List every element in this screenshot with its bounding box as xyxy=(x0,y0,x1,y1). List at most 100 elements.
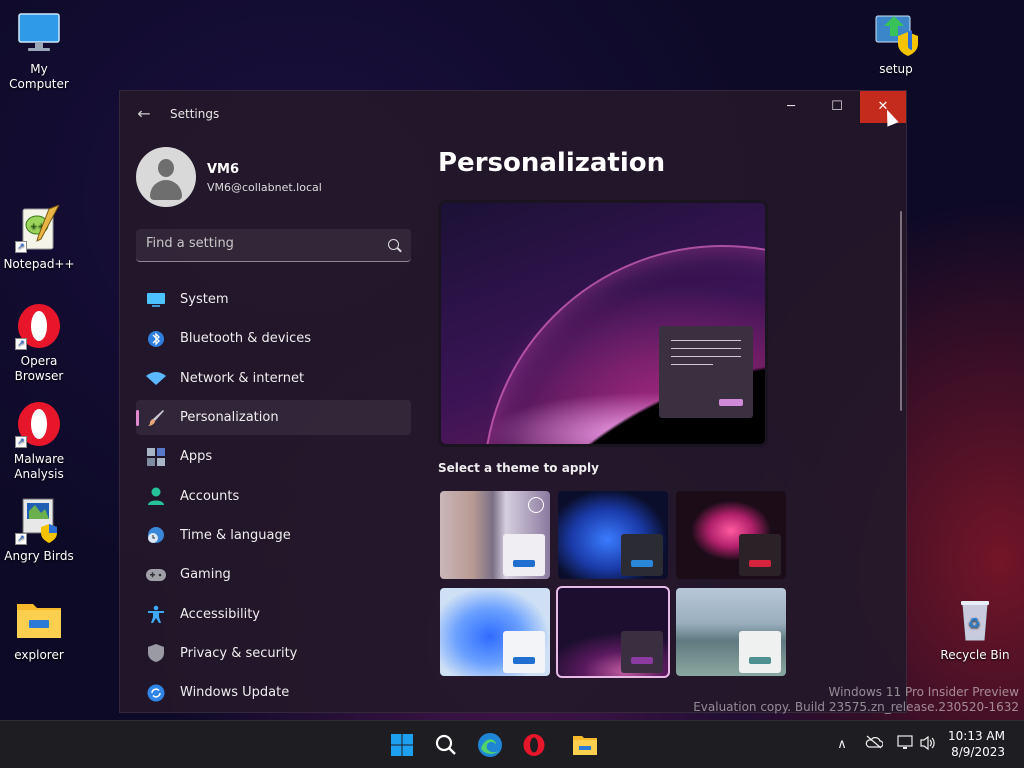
page-title: Personalization xyxy=(438,148,666,178)
sidebar-item-label: System xyxy=(180,292,229,308)
installer-icon: ↗ xyxy=(15,497,63,545)
search-icon[interactable] xyxy=(388,239,399,250)
globe-clock-icon xyxy=(146,525,166,545)
desktop-icon-label: Notepad++ xyxy=(3,257,75,271)
title-bar[interactable]: ← Settings ─ ☐ ✕ xyxy=(120,91,906,135)
wifi-icon xyxy=(146,368,166,388)
theme-in-use-icon xyxy=(528,497,544,513)
theme-tile-windows-dark[interactable] xyxy=(558,491,668,579)
content-scrollbar[interactable] xyxy=(900,211,902,411)
sidebar-item-label: Network & internet xyxy=(180,370,305,386)
opera-icon: ↗ xyxy=(15,302,63,350)
start-icon[interactable] xyxy=(386,729,418,761)
avatar[interactable] xyxy=(136,147,196,207)
search-box[interactable] xyxy=(136,229,411,262)
desktop-icon-explorer[interactable]: explorer xyxy=(0,596,78,663)
theme-tile-glow[interactable] xyxy=(676,491,786,579)
desktop-icon-setup[interactable]: setup xyxy=(857,10,935,77)
sidebar-item-network[interactable]: Network & internet xyxy=(136,361,411,396)
gamepad-icon xyxy=(146,565,166,585)
search-icon[interactable] xyxy=(430,729,462,761)
clock-date: 8/9/2023 xyxy=(951,745,1005,759)
recycle-bin-icon: ♻ xyxy=(951,596,999,644)
sidebar-item-accounts[interactable]: Accounts xyxy=(136,478,411,513)
sidebar-item-label: Apps xyxy=(180,449,213,465)
accounts-icon xyxy=(146,486,166,506)
brush-icon xyxy=(146,408,166,428)
theme-swatch xyxy=(739,534,781,576)
opera-icon: ↗ xyxy=(15,400,63,448)
sidebar-item-apps[interactable]: Apps xyxy=(136,439,411,474)
sidebar-item-label: Accessibility xyxy=(180,606,260,622)
theme-tile-flow[interactable] xyxy=(676,588,786,676)
profile-name: VM6 xyxy=(207,162,240,177)
preview-window-sample xyxy=(659,326,753,418)
opera-icon[interactable] xyxy=(518,729,550,761)
sidebar-item-windows-update[interactable]: Windows Update xyxy=(136,675,411,710)
desktop-icon-angry-birds[interactable]: ↗ Angry Birds xyxy=(0,497,78,564)
apps-icon xyxy=(146,447,166,467)
sidebar-item-bluetooth[interactable]: Bluetooth & devices xyxy=(136,321,411,356)
sidebar-item-privacy-security[interactable]: Privacy & security xyxy=(136,636,411,671)
sidebar-item-time-language[interactable]: Time & language xyxy=(136,518,411,553)
edge-icon[interactable] xyxy=(474,729,506,761)
network-icon[interactable] xyxy=(896,735,916,755)
sidebar-item-label: Personalization xyxy=(180,410,279,426)
sidebar-item-personalization[interactable]: Personalization xyxy=(136,399,411,436)
volume-icon[interactable] xyxy=(918,735,938,755)
theme-section-label: Select a theme to apply xyxy=(438,461,599,475)
desktop-icon-recycle-bin[interactable]: ♻ Recycle Bin xyxy=(936,596,1014,663)
chevron-up-icon[interactable]: ∧ xyxy=(832,735,852,755)
minimize-button[interactable]: ─ xyxy=(768,91,814,123)
desktop-icon-opera-browser[interactable]: ↗ Opera Browser xyxy=(0,302,78,384)
sidebar-item-label: Privacy & security xyxy=(180,645,298,661)
close-button[interactable]: ✕ xyxy=(860,91,906,123)
sidebar-item-accessibility[interactable]: Accessibility xyxy=(136,596,411,631)
folder-icon xyxy=(15,596,63,644)
notepad-plus-plus-icon: ++ ↗ xyxy=(15,204,63,253)
theme-swatch xyxy=(739,631,781,673)
shortcut-arrow-icon: ↗ xyxy=(15,241,27,253)
shield-icon xyxy=(146,643,166,663)
sidebar-item-label: Accounts xyxy=(180,488,240,504)
accessibility-icon xyxy=(146,604,166,624)
watermark-line-1: Windows 11 Pro Insider Preview xyxy=(828,685,1019,699)
sidebar-item-label: Gaming xyxy=(180,567,231,583)
sidebar-item-system[interactable]: System xyxy=(136,282,411,317)
desktop-icon-label: Malware Analysis xyxy=(13,452,65,481)
theme-swatch xyxy=(503,534,545,576)
sidebar-item-label: Time & language xyxy=(180,527,291,543)
theme-preview xyxy=(438,200,768,447)
avatar-body xyxy=(150,180,182,200)
svg-text:♻: ♻ xyxy=(968,616,981,632)
maximize-button[interactable]: ☐ xyxy=(814,91,860,123)
sidebar-nav: System Bluetooth & devices Network & int… xyxy=(136,282,411,712)
sidebar-item-label: Bluetooth & devices xyxy=(180,331,311,347)
desktop-icon-label: My Computer xyxy=(9,62,69,91)
shortcut-arrow-icon: ↗ xyxy=(15,436,27,448)
desktop-icon-label: explorer xyxy=(14,648,64,662)
theme-tile-windows-light[interactable] xyxy=(440,588,550,676)
shortcut-arrow-icon: ↗ xyxy=(15,533,27,545)
search-input[interactable] xyxy=(146,236,376,251)
theme-swatch xyxy=(621,534,663,576)
theme-swatch xyxy=(621,631,663,673)
desktop-icon-malware-analysis[interactable]: ↗ Malware Analysis xyxy=(0,400,78,482)
file-explorer-icon[interactable] xyxy=(569,729,601,761)
os-watermark: Windows 11 Pro Insider Preview Evaluatio… xyxy=(693,685,1019,715)
system-icon xyxy=(146,290,166,310)
sidebar-item-gaming[interactable]: Gaming xyxy=(136,557,411,592)
desktop-icon-label: Angry Birds xyxy=(4,549,74,563)
bluetooth-icon xyxy=(146,329,166,349)
profile-email: VM6@collabnet.local xyxy=(207,181,322,194)
avatar-head xyxy=(158,159,174,177)
theme-swatch xyxy=(503,631,545,673)
desktop-icon-notepad-plus-plus[interactable]: ++ ↗ Notepad++ xyxy=(0,204,78,272)
theme-tile-custom[interactable] xyxy=(440,491,550,579)
window-title: Settings xyxy=(170,107,220,121)
back-arrow-icon[interactable]: ← xyxy=(134,105,154,125)
theme-tile-captured-motion[interactable] xyxy=(556,586,670,678)
desktop-icon-my-computer[interactable]: My Computer xyxy=(0,10,78,92)
onedrive-offline-icon[interactable] xyxy=(864,735,884,755)
system-clock[interactable]: 10:13 AM 8/9/2023 xyxy=(948,728,1005,760)
